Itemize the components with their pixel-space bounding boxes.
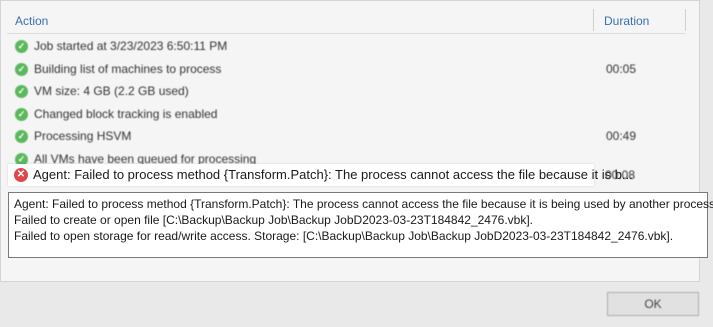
ok-button[interactable]: OK [607,292,699,316]
column-divider[interactable] [685,9,686,31]
check-circle-icon: ✓ [15,130,28,143]
log-row-text: Processing HSVM [34,129,132,143]
log-row[interactable]: ✓ Changed block tracking is enabled [15,105,675,128]
check-circle-icon: ✓ [15,107,28,121]
log-row-duration: 00:05 [606,61,637,76]
error-row-text: Agent: Failed to process method {Transfo… [33,167,633,182]
check-circle-icon: ✓ [15,40,28,53]
log-row[interactable]: ✓ Processing HSVM 00:49 [15,127,675,150]
log-row[interactable]: ✓ VM size: 4 GB (2.2 GB used) [15,82,675,105]
table-header: Action Duration [7,7,686,34]
log-list: ✓ Job started at 3/23/2023 6:50:11 PM ✓ … [15,37,675,172]
log-row[interactable]: ✓ Job started at 3/23/2023 6:50:11 PM [15,37,675,60]
column-divider[interactable] [593,9,594,31]
error-log-row[interactable]: ✕ Agent: Failed to process method {Trans… [8,164,633,186]
check-circle-icon: ✓ [15,85,28,98]
column-header-action[interactable]: Action [15,14,48,28]
check-circle-icon: ✓ [15,62,28,76]
error-row-duration: 00:08 [605,168,636,182]
column-header-duration[interactable]: Duration [604,14,649,28]
error-circle-icon: ✕ [14,168,28,182]
log-row[interactable]: ✓ Building list of machines to process 0… [15,60,675,83]
log-row-text: Changed block tracking is enabled [34,106,218,121]
log-row-text: Job started at 3/23/2023 6:50:11 PM [34,39,228,53]
tooltip-line: Failed to open storage for read/write ac… [14,229,674,243]
tooltip-line: Agent: Failed to process method {Transfo… [14,197,713,211]
log-row-duration: 00:49 [606,129,637,143]
error-tooltip: Agent: Failed to process method {Transfo… [8,192,713,258]
tooltip-line: Failed to create or open file [C:\Backup… [14,213,533,227]
log-row-text: Building list of machines to process [34,61,222,76]
log-row-text: VM size: 4 GB (2.2 GB used) [34,84,189,98]
